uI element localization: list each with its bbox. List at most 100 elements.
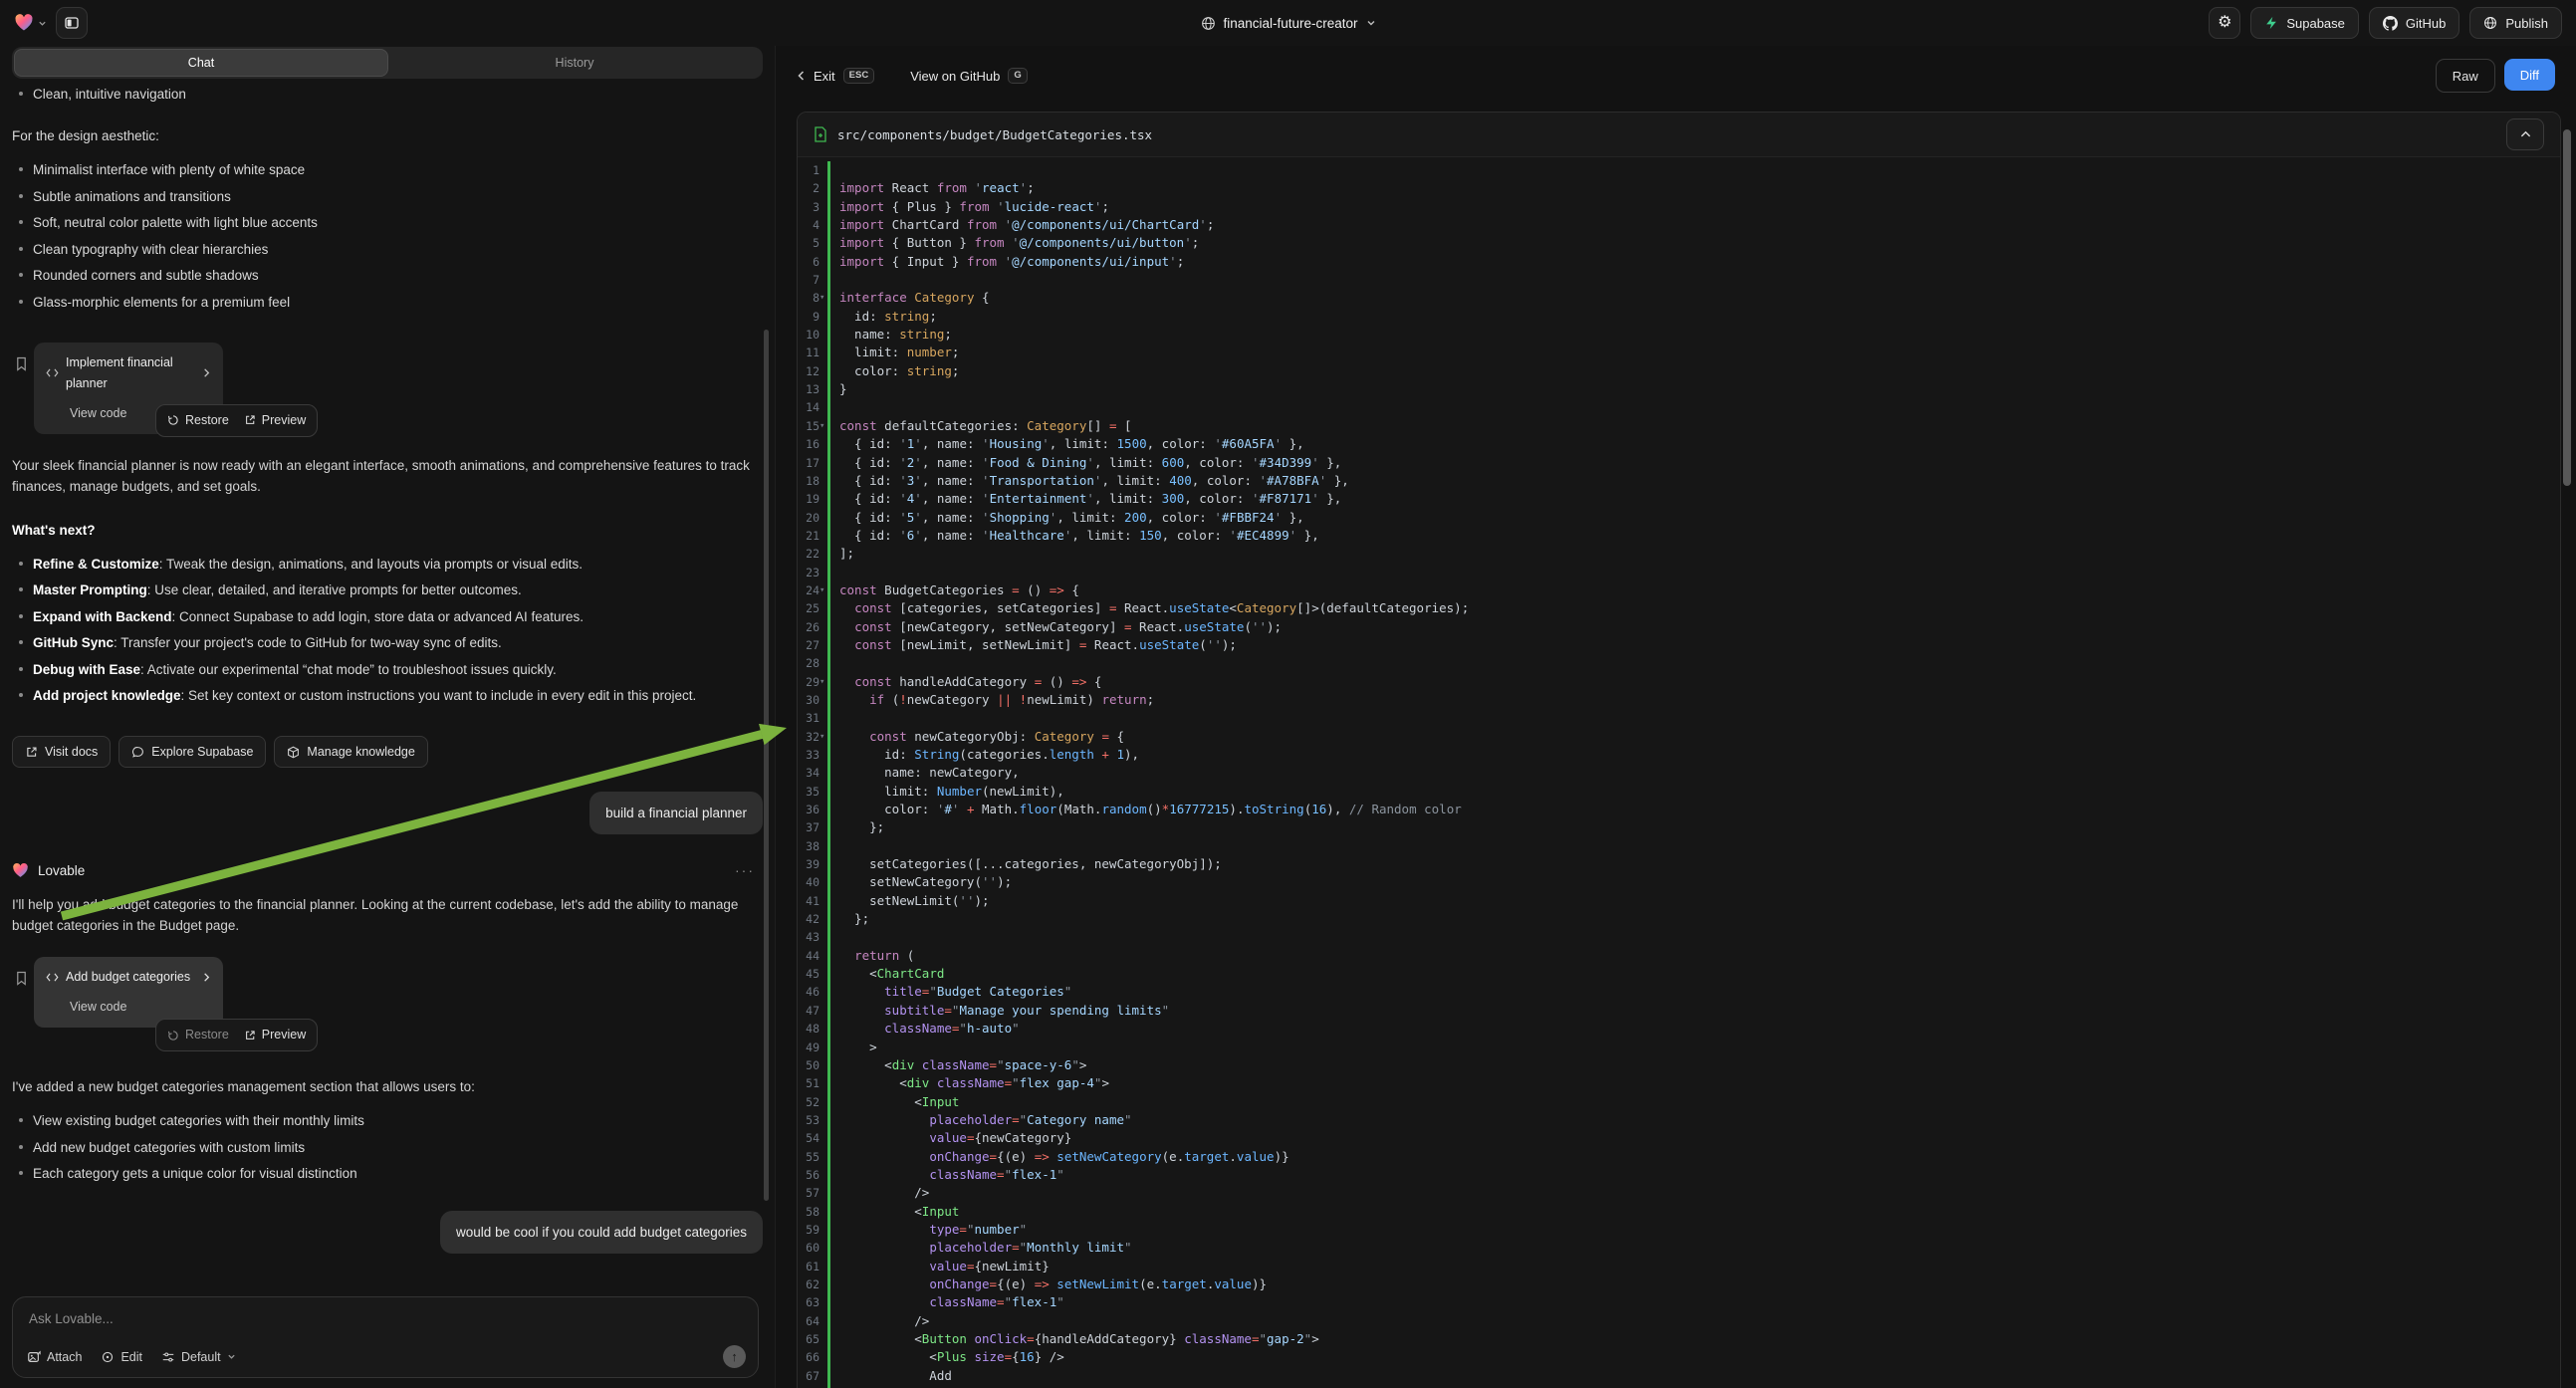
chevron-right-icon <box>202 972 211 983</box>
preview-button[interactable]: Preview <box>244 410 306 431</box>
code-line: 49 > <box>798 1039 2560 1056</box>
mode-selector[interactable]: Default <box>161 1350 236 1364</box>
file-header[interactable]: src/components/budget/BudgetCategories.t… <box>798 113 2560 157</box>
view-code-link[interactable]: View code <box>70 997 211 1018</box>
prompt-input[interactable] <box>27 1310 748 1327</box>
attach-button[interactable]: Attach <box>27 1350 82 1364</box>
send-button[interactable]: ↑ <box>723 1345 746 1368</box>
whats-next-heading: What's next? <box>12 520 763 541</box>
bookmark-icon[interactable] <box>15 356 28 371</box>
code-line: 36 color: '#' + Math.floor(Math.random()… <box>798 801 2560 818</box>
list-item: Expand with Backend: Connect Supabase to… <box>12 606 763 627</box>
project-name: financial-future-creator <box>1223 16 1357 31</box>
preview-button[interactable]: Preview <box>244 1025 306 1045</box>
fold-toggle-icon[interactable]: ▾ <box>820 673 824 691</box>
code-line: 33 id: String(categories.length + 1), <box>798 746 2560 764</box>
code-line: 4import ChartCard from '@/components/ui/… <box>798 216 2560 234</box>
code-panel: Exit ESC View on GitHub G Raw Diff src/c… <box>776 46 2576 1388</box>
code-line: 63 className="flex-1" <box>798 1293 2560 1311</box>
chat-messages[interactable]: Clean, intuitive navigation For the desi… <box>12 84 763 1254</box>
design-heading: For the design aesthetic: <box>12 125 763 146</box>
chat-panel: Chat History Clean, intuitive navigation… <box>0 46 776 1388</box>
code-editor[interactable]: 12import React from 'react';3import { Pl… <box>798 157 2560 1388</box>
raw-toggle-button[interactable]: Raw <box>2436 59 2495 93</box>
manage-knowledge-button[interactable]: Manage knowledge <box>274 736 427 768</box>
visit-docs-button[interactable]: Visit docs <box>12 736 111 768</box>
code-line: 14 <box>798 398 2560 416</box>
file-path: src/components/budget/BudgetCategories.t… <box>837 127 1152 142</box>
code-line: 2import React from 'react'; <box>798 179 2560 197</box>
fold-toggle-icon[interactable]: ▾ <box>820 289 824 307</box>
code-line: 31 <box>798 709 2560 727</box>
explore-supabase-button[interactable]: Explore Supabase <box>118 736 266 768</box>
publish-button[interactable]: Publish <box>2469 7 2562 39</box>
chat-history-tabs: Chat History <box>12 47 763 79</box>
list-item: View existing budget categories with the… <box>12 1110 763 1131</box>
list-item: GitHub Sync: Transfer your project's cod… <box>12 632 763 653</box>
code-icon <box>46 972 59 983</box>
code-scrollbar[interactable] <box>2563 129 2571 486</box>
list-item: Minimalist interface with plenty of whit… <box>12 159 763 180</box>
restore-button[interactable]: Restore <box>167 410 229 431</box>
code-line: 7 <box>798 271 2560 289</box>
diff-toggle-button[interactable]: Diff <box>2504 59 2555 91</box>
code-line: 48 className="h-auto" <box>798 1020 2560 1038</box>
code-line: 45 <ChartCard <box>798 965 2560 983</box>
chevron-up-icon <box>2520 130 2531 138</box>
file-diff-card: src/components/budget/BudgetCategories.t… <box>797 112 2561 1388</box>
code-view-header: Exit ESC View on GitHub G Raw Diff <box>776 46 2576 106</box>
settings-button[interactable]: ⚙ <box>2209 7 2240 39</box>
project-menu[interactable]: financial-future-creator <box>1200 0 1375 46</box>
code-line: 67 Add <box>798 1367 2560 1385</box>
list-item: Glass-morphic elements for a premium fee… <box>12 292 763 313</box>
app-window: financial-future-creator ⚙ Supabase GitH… <box>0 0 2576 1388</box>
chat-scrollbar[interactable] <box>764 330 769 1201</box>
tab-chat[interactable]: Chat <box>14 49 388 77</box>
github-icon <box>2383 16 2398 31</box>
user-message: build a financial planner <box>589 792 763 834</box>
chevron-down-icon <box>227 1352 236 1361</box>
code-line: 22]; <box>798 545 2560 563</box>
collapse-file-button[interactable] <box>2506 118 2544 150</box>
more-options-icon[interactable]: ··· <box>735 860 763 881</box>
version-block-2: Add budget categories View code Rest <box>12 957 763 1042</box>
bookmark-icon[interactable] <box>15 971 28 986</box>
code-line: 32▾ const newCategoryObj: Category = { <box>798 728 2560 746</box>
view-on-github-button[interactable]: View on GitHub G <box>910 68 1027 84</box>
restore-icon <box>167 414 179 426</box>
list-item: Subtle animations and transitions <box>12 186 763 207</box>
lovable-logo-icon[interactable] <box>14 13 47 33</box>
code-line: 61 value={newLimit} <box>798 1258 2560 1275</box>
version-card-add-budget-categories[interactable]: Add budget categories View code Rest <box>34 957 223 1028</box>
version-title: Implement financial planner <box>66 352 195 394</box>
prompt-composer[interactable]: Attach Edit Default <box>12 1296 759 1378</box>
code-line: 24▾const BudgetCategories = () => { <box>798 581 2560 599</box>
external-link-icon <box>244 1030 256 1041</box>
code-line: 65 <Button onClick={handleAddCategory} c… <box>798 1330 2560 1348</box>
list-item: Clean, intuitive navigation <box>12 84 763 105</box>
code-line: 54 value={newCategory} <box>798 1129 2560 1147</box>
code-line: 41 setNewLimit(''); <box>798 892 2560 910</box>
fold-toggle-icon[interactable]: ▾ <box>820 581 824 599</box>
code-line: 51 <div className="flex gap-4"> <box>798 1074 2560 1092</box>
tab-history[interactable]: History <box>388 49 761 77</box>
fold-toggle-icon[interactable]: ▾ <box>820 417 824 435</box>
assistant-text: Your sleek financial planner is now read… <box>12 455 763 497</box>
list-item: Master Prompting: Use clear, detailed, a… <box>12 579 763 600</box>
toggle-sidebar-button[interactable] <box>56 7 88 39</box>
version-card-implement-financial-planner[interactable]: Implement financial planner View code <box>34 343 223 434</box>
github-button[interactable]: GitHub <box>2369 7 2459 39</box>
exit-button[interactable]: Exit ESC <box>797 68 874 84</box>
code-line: 21 { id: '6', name: 'Healthcare', limit:… <box>798 527 2560 545</box>
fold-toggle-icon[interactable]: ▾ <box>820 728 824 746</box>
external-link-icon <box>25 746 38 759</box>
supabase-icon <box>2264 16 2278 30</box>
supabase-button[interactable]: Supabase <box>2250 7 2359 39</box>
restore-button[interactable]: Restore <box>167 1025 229 1045</box>
version-title: Add budget categories <box>66 967 195 988</box>
edit-button[interactable]: Edit <box>101 1350 142 1364</box>
code-line: 19 { id: '4', name: 'Entertainment', lim… <box>798 490 2560 508</box>
code-line: 30 if (!newCategory || !newLimit) return… <box>798 691 2560 709</box>
code-icon <box>46 367 59 378</box>
list-item: Each category gets a unique color for vi… <box>12 1163 763 1184</box>
